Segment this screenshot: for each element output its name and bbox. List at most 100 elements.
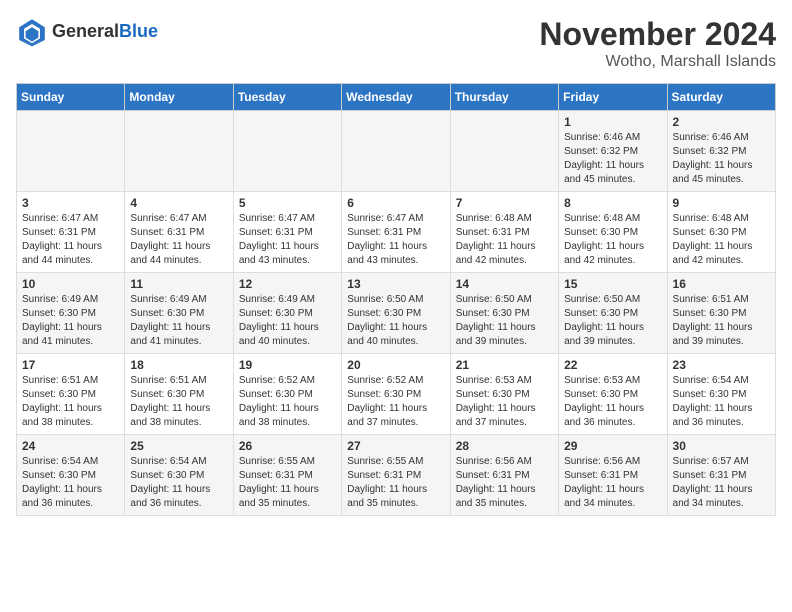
calendar-cell: 24 Sunrise: 6:54 AM Sunset: 6:30 PM Dayli… bbox=[17, 435, 125, 516]
calendar-cell: 13 Sunrise: 6:50 AM Sunset: 6:30 PM Dayli… bbox=[342, 273, 450, 354]
calendar-week-row: 24 Sunrise: 6:54 AM Sunset: 6:30 PM Dayli… bbox=[17, 435, 776, 516]
calendar-cell: 23 Sunrise: 6:54 AM Sunset: 6:30 PM Dayli… bbox=[667, 354, 775, 435]
day-header: Tuesday bbox=[233, 84, 341, 111]
day-info: Sunrise: 6:48 AM Sunset: 6:30 PM Dayligh… bbox=[673, 212, 770, 268]
day-number: 23 bbox=[673, 358, 770, 372]
calendar-cell: 20 Sunrise: 6:52 AM Sunset: 6:30 PM Dayli… bbox=[342, 354, 450, 435]
day-info: Sunrise: 6:55 AM Sunset: 6:31 PM Dayligh… bbox=[239, 455, 336, 511]
day-info: Sunrise: 6:53 AM Sunset: 6:30 PM Dayligh… bbox=[564, 374, 661, 430]
location: Wotho, Marshall Islands bbox=[539, 53, 776, 71]
page-header: GeneralBlue November 2024 Wotho, Marshal… bbox=[16, 16, 776, 71]
calendar-week-row: 1Sunrise: 6:46 AM Sunset: 6:32 PM Daylig… bbox=[17, 111, 776, 192]
calendar-cell bbox=[125, 111, 233, 192]
day-info: Sunrise: 6:50 AM Sunset: 6:30 PM Dayligh… bbox=[564, 293, 661, 349]
day-number: 27 bbox=[347, 439, 444, 453]
day-number: 20 bbox=[347, 358, 444, 372]
day-info: Sunrise: 6:56 AM Sunset: 6:31 PM Dayligh… bbox=[456, 455, 553, 511]
day-info: Sunrise: 6:51 AM Sunset: 6:30 PM Dayligh… bbox=[22, 374, 119, 430]
day-number: 12 bbox=[239, 277, 336, 291]
calendar-cell: 26 Sunrise: 6:55 AM Sunset: 6:31 PM Dayli… bbox=[233, 435, 341, 516]
calendar-cell: 30 Sunrise: 6:57 AM Sunset: 6:31 PM Dayli… bbox=[667, 435, 775, 516]
calendar-table: SundayMondayTuesdayWednesdayThursdayFrid… bbox=[16, 83, 776, 516]
day-info: Sunrise: 6:47 AM Sunset: 6:31 PM Dayligh… bbox=[239, 212, 336, 268]
calendar-cell: 10Sunrise: 6:49 AM Sunset: 6:30 PM Dayli… bbox=[17, 273, 125, 354]
day-info: Sunrise: 6:51 AM Sunset: 6:30 PM Dayligh… bbox=[673, 293, 770, 349]
calendar-cell: 15 Sunrise: 6:50 AM Sunset: 6:30 PM Dayli… bbox=[559, 273, 667, 354]
day-info: Sunrise: 6:54 AM Sunset: 6:30 PM Dayligh… bbox=[22, 455, 119, 511]
day-number: 15 bbox=[564, 277, 661, 291]
day-header: Monday bbox=[125, 84, 233, 111]
calendar-cell bbox=[233, 111, 341, 192]
day-number: 22 bbox=[564, 358, 661, 372]
calendar-cell: 18 Sunrise: 6:51 AM Sunset: 6:30 PM Dayli… bbox=[125, 354, 233, 435]
day-info: Sunrise: 6:48 AM Sunset: 6:30 PM Dayligh… bbox=[564, 212, 661, 268]
day-number: 4 bbox=[130, 196, 227, 210]
day-header: Saturday bbox=[667, 84, 775, 111]
calendar-cell: 28 Sunrise: 6:56 AM Sunset: 6:31 PM Dayli… bbox=[450, 435, 558, 516]
day-info: Sunrise: 6:50 AM Sunset: 6:30 PM Dayligh… bbox=[456, 293, 553, 349]
day-info: Sunrise: 6:56 AM Sunset: 6:31 PM Dayligh… bbox=[564, 455, 661, 511]
day-number: 26 bbox=[239, 439, 336, 453]
calendar-cell: 1Sunrise: 6:46 AM Sunset: 6:32 PM Daylig… bbox=[559, 111, 667, 192]
calendar-cell: 11 Sunrise: 6:49 AM Sunset: 6:30 PM Dayli… bbox=[125, 273, 233, 354]
calendar-cell: 8 Sunrise: 6:48 AM Sunset: 6:30 PM Daylig… bbox=[559, 192, 667, 273]
day-number: 11 bbox=[130, 277, 227, 291]
day-info: Sunrise: 6:52 AM Sunset: 6:30 PM Dayligh… bbox=[239, 374, 336, 430]
day-info: Sunrise: 6:49 AM Sunset: 6:30 PM Dayligh… bbox=[239, 293, 336, 349]
calendar-cell: 25Sunrise: 6:54 AM Sunset: 6:30 PM Dayli… bbox=[125, 435, 233, 516]
calendar-cell: 22 Sunrise: 6:53 AM Sunset: 6:30 PM Dayli… bbox=[559, 354, 667, 435]
calendar-cell: 6Sunrise: 6:47 AM Sunset: 6:31 PM Daylig… bbox=[342, 192, 450, 273]
calendar-header-row: SundayMondayTuesdayWednesdayThursdayFrid… bbox=[17, 84, 776, 111]
day-info: Sunrise: 6:47 AM Sunset: 6:31 PM Dayligh… bbox=[130, 212, 227, 268]
day-number: 21 bbox=[456, 358, 553, 372]
day-number: 16 bbox=[673, 277, 770, 291]
day-number: 2 bbox=[673, 115, 770, 129]
logo-text: GeneralBlue bbox=[52, 22, 158, 42]
calendar-cell: 17 Sunrise: 6:51 AM Sunset: 6:30 PM Dayli… bbox=[17, 354, 125, 435]
calendar-cell bbox=[342, 111, 450, 192]
day-number: 24 bbox=[22, 439, 119, 453]
logo-icon bbox=[16, 16, 48, 48]
calendar-cell: 7 Sunrise: 6:48 AM Sunset: 6:31 PM Daylig… bbox=[450, 192, 558, 273]
day-info: Sunrise: 6:54 AM Sunset: 6:30 PM Dayligh… bbox=[673, 374, 770, 430]
day-info: Sunrise: 6:46 AM Sunset: 6:32 PM Dayligh… bbox=[673, 131, 770, 187]
day-info: Sunrise: 6:50 AM Sunset: 6:30 PM Dayligh… bbox=[347, 293, 444, 349]
calendar-cell: 4 Sunrise: 6:47 AM Sunset: 6:31 PM Daylig… bbox=[125, 192, 233, 273]
day-info: Sunrise: 6:54 AM Sunset: 6:30 PM Dayligh… bbox=[130, 455, 227, 511]
day-number: 7 bbox=[456, 196, 553, 210]
day-number: 13 bbox=[347, 277, 444, 291]
calendar-cell: 9Sunrise: 6:48 AM Sunset: 6:30 PM Daylig… bbox=[667, 192, 775, 273]
day-info: Sunrise: 6:49 AM Sunset: 6:30 PM Dayligh… bbox=[130, 293, 227, 349]
calendar-cell bbox=[17, 111, 125, 192]
day-info: Sunrise: 6:57 AM Sunset: 6:31 PM Dayligh… bbox=[673, 455, 770, 511]
day-number: 5 bbox=[239, 196, 336, 210]
day-info: Sunrise: 6:47 AM Sunset: 6:31 PM Dayligh… bbox=[22, 212, 119, 268]
calendar-cell: 29Sunrise: 6:56 AM Sunset: 6:31 PM Dayli… bbox=[559, 435, 667, 516]
calendar-cell: 16 Sunrise: 6:51 AM Sunset: 6:30 PM Dayli… bbox=[667, 273, 775, 354]
day-number: 28 bbox=[456, 439, 553, 453]
calendar-week-row: 3Sunrise: 6:47 AM Sunset: 6:31 PM Daylig… bbox=[17, 192, 776, 273]
calendar-cell: 12 Sunrise: 6:49 AM Sunset: 6:30 PM Dayli… bbox=[233, 273, 341, 354]
calendar-week-row: 17 Sunrise: 6:51 AM Sunset: 6:30 PM Dayli… bbox=[17, 354, 776, 435]
day-number: 17 bbox=[22, 358, 119, 372]
day-number: 14 bbox=[456, 277, 553, 291]
day-info: Sunrise: 6:47 AM Sunset: 6:31 PM Dayligh… bbox=[347, 212, 444, 268]
day-number: 10 bbox=[22, 277, 119, 291]
day-header: Wednesday bbox=[342, 84, 450, 111]
day-number: 19 bbox=[239, 358, 336, 372]
day-number: 8 bbox=[564, 196, 661, 210]
calendar-body: 1Sunrise: 6:46 AM Sunset: 6:32 PM Daylig… bbox=[17, 111, 776, 516]
calendar-cell: 5 Sunrise: 6:47 AM Sunset: 6:31 PM Daylig… bbox=[233, 192, 341, 273]
day-number: 18 bbox=[130, 358, 227, 372]
day-header: Sunday bbox=[17, 84, 125, 111]
calendar-cell bbox=[450, 111, 558, 192]
day-info: Sunrise: 6:48 AM Sunset: 6:31 PM Dayligh… bbox=[456, 212, 553, 268]
day-info: Sunrise: 6:52 AM Sunset: 6:30 PM Dayligh… bbox=[347, 374, 444, 430]
day-number: 30 bbox=[673, 439, 770, 453]
calendar-week-row: 10 Sunrise: 6:49 AM Sunset: 6:30 PM Dayli… bbox=[17, 273, 776, 354]
day-info: Sunrise: 6:55 AM Sunset: 6:31 PM Dayligh… bbox=[347, 455, 444, 511]
calendar-cell: 2 Sunrise: 6:46 AM Sunset: 6:32 PM Daylig… bbox=[667, 111, 775, 192]
title-block: November 2024 Wotho, Marshall Islands bbox=[539, 16, 776, 71]
day-info: Sunrise: 6:51 AM Sunset: 6:30 PM Dayligh… bbox=[130, 374, 227, 430]
day-info: Sunrise: 6:53 AM Sunset: 6:30 PM Dayligh… bbox=[456, 374, 553, 430]
